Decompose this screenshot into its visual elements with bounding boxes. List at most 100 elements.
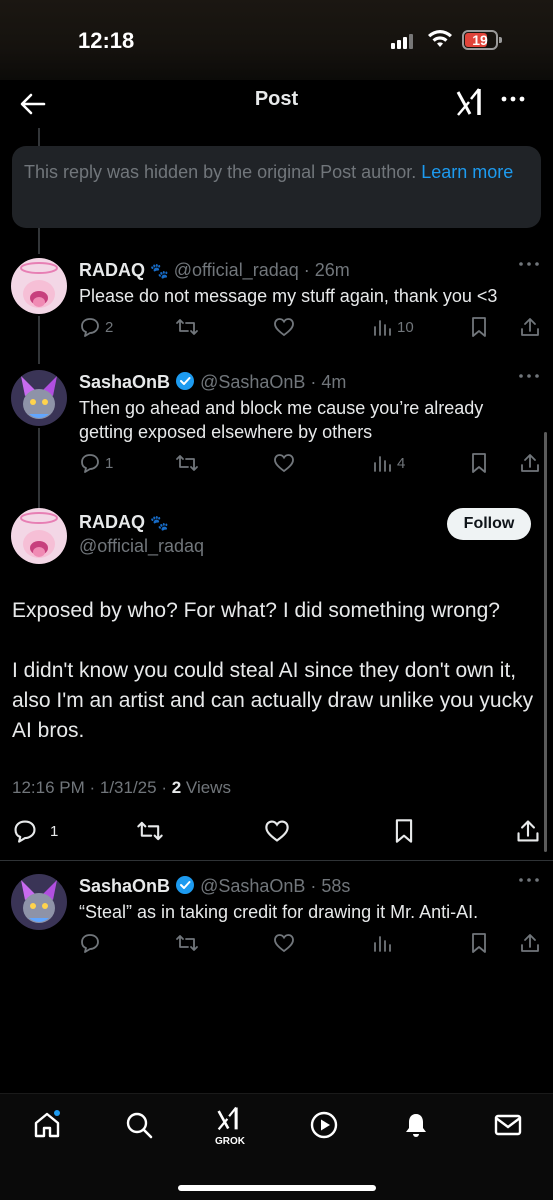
display-name[interactable]: RADAQ (79, 260, 145, 280)
avatar[interactable] (11, 508, 67, 564)
learn-more-link[interactable]: Learn more (421, 162, 513, 182)
display-name[interactable]: RADAQ 🐾 (79, 512, 169, 533)
reply-button[interactable]: 2 (79, 316, 113, 338)
post-paragraph: Exposed by who? For what? I did somethin… (12, 599, 500, 622)
reply-count: 1 (105, 454, 114, 472)
grok-icon (217, 1106, 238, 1131)
action-bar: 1 (12, 818, 542, 848)
post-timestamp: 12:16 PM · 1/31/25 · (12, 778, 172, 797)
share-button[interactable] (519, 932, 541, 954)
bell-icon (406, 1114, 426, 1137)
avatar[interactable] (11, 874, 67, 930)
nav-media[interactable] (309, 1110, 339, 1145)
views-chart-icon (374, 456, 391, 472)
hidden-notice-text: This reply was hidden by the original Po… (24, 162, 417, 182)
post-time: 26m (314, 260, 350, 280)
reply-button[interactable]: 1 (12, 818, 58, 844)
like-button[interactable] (273, 316, 295, 338)
nav-messages[interactable] (493, 1110, 523, 1145)
post-paragraph: I didn't know you could steal AI since t… (12, 659, 534, 742)
home-indicator (178, 1185, 376, 1191)
bookmark-button[interactable] (469, 452, 489, 474)
follow-button[interactable]: Follow (447, 508, 531, 540)
verified-badge-icon (176, 372, 195, 390)
paw-icon: 🐾 (150, 263, 169, 280)
reply-count: 2 (105, 318, 114, 336)
share-button[interactable] (515, 818, 541, 844)
bookmark-button[interactable] (392, 818, 416, 844)
nav-search[interactable] (124, 1110, 154, 1145)
grok-icon[interactable] (455, 84, 487, 120)
bookmark-button[interactable] (469, 316, 489, 338)
more-options-icon[interactable] (518, 258, 540, 270)
like-button[interactable] (273, 452, 295, 474)
scrollbar[interactable] (544, 432, 547, 852)
display-name[interactable]: SashaOnB (79, 372, 170, 392)
home-icon (34, 1110, 60, 1138)
more-options-icon[interactable] (500, 86, 526, 112)
reply-header: SashaOnB @SashaOnB · 58s (79, 876, 351, 896)
reply-icon (81, 454, 99, 473)
reply-count: 1 (50, 822, 59, 840)
top-nav: Post (0, 80, 553, 128)
share-icon (521, 934, 539, 952)
nav-home[interactable] (32, 1110, 62, 1145)
repost-button[interactable] (175, 316, 199, 338)
avatar[interactable] (11, 258, 67, 314)
views-button[interactable]: 10 (371, 316, 414, 338)
wifi-icon (428, 30, 452, 47)
repost-button[interactable] (136, 818, 164, 844)
thread-line (38, 128, 40, 146)
reply-text: Please do not message my stuff again, th… (79, 286, 498, 306)
nav-notifications[interactable] (401, 1110, 431, 1145)
nav-grok[interactable]: GROK (214, 1104, 246, 1147)
post-time: 58s (321, 876, 351, 896)
bookmark-icon (472, 933, 486, 953)
avatar[interactable] (11, 370, 67, 426)
reply-header: SashaOnB @SashaOnB · 4m (79, 372, 347, 392)
divider (0, 860, 553, 861)
reply-text: “Steal” as in taking credit for drawing … (79, 902, 479, 922)
display-name[interactable]: SashaOnB (79, 876, 170, 896)
bookmark-button[interactable] (469, 932, 489, 954)
bookmark-icon (472, 453, 486, 473)
status-bar: 12:18 19 (0, 0, 553, 80)
grok-label: GROK (215, 1136, 245, 1147)
user-handle[interactable]: @SashaOnB (200, 876, 305, 896)
thread-line (38, 228, 40, 254)
share-button[interactable] (519, 316, 541, 338)
battery-icon: 19 (462, 30, 502, 50)
views-button[interactable] (371, 932, 393, 954)
action-bar: 1 4 (79, 452, 539, 476)
post-meta: 12:16 PM · 1/31/25 · 2 Views (12, 778, 231, 798)
like-button[interactable] (264, 818, 290, 844)
views-chart-icon (374, 320, 391, 336)
reply-text: Then go ahead and block me cause you’re … (79, 398, 484, 442)
post-time: 4m (321, 372, 347, 392)
bookmark-icon (472, 317, 486, 337)
reply-button[interactable] (79, 932, 101, 954)
share-icon (521, 318, 539, 336)
reply-button[interactable]: 1 (79, 452, 113, 474)
heart-icon (274, 454, 294, 473)
user-handle[interactable]: @SashaOnB (200, 372, 305, 392)
more-options-icon[interactable] (518, 370, 540, 382)
views-button[interactable]: 4 (371, 452, 405, 474)
repost-button[interactable] (175, 932, 199, 954)
reply-icon (81, 318, 99, 337)
share-icon (517, 820, 539, 842)
post-text: Exposed by who? For what? I did somethin… (12, 596, 542, 776)
share-button[interactable] (519, 452, 541, 474)
view-count: 10 (397, 318, 414, 336)
more-options-icon[interactable] (518, 874, 540, 886)
bookmark-icon (395, 819, 413, 843)
mail-icon (494, 1114, 522, 1136)
user-handle[interactable]: @official_radaq (79, 536, 204, 557)
repost-icon (137, 821, 163, 841)
thread-line (38, 316, 40, 364)
repost-button[interactable] (175, 452, 199, 474)
user-handle[interactable]: @official_radaq (174, 260, 299, 280)
heart-icon (274, 934, 294, 953)
like-button[interactable] (273, 932, 295, 954)
action-bar (79, 932, 539, 956)
